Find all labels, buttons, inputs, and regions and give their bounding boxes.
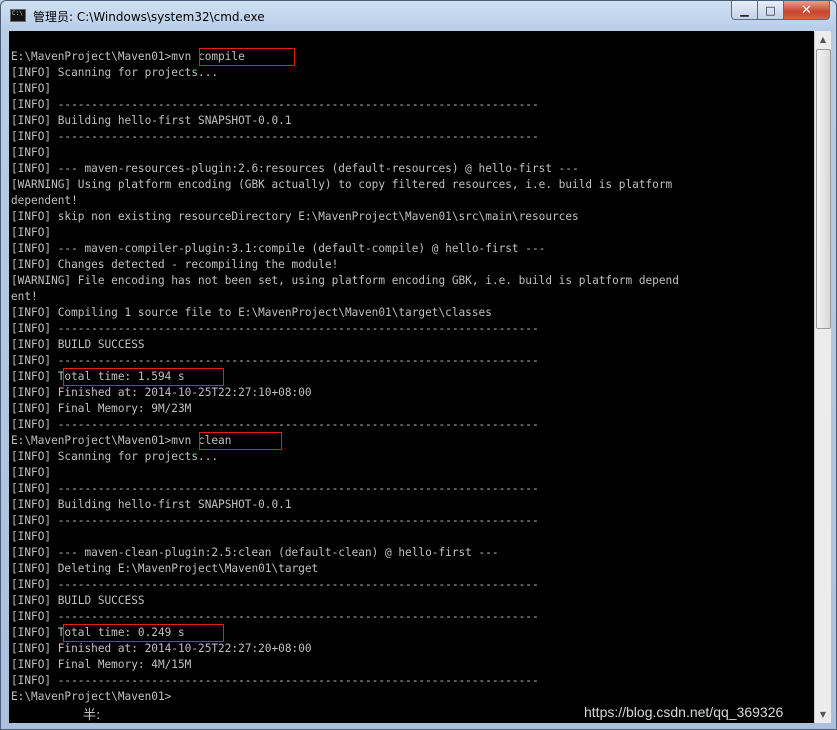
console-line: [INFO] skip non existing resourceDirecto… <box>11 210 579 223</box>
highlight-mvn-compile <box>199 48 295 66</box>
caption-buttons: ▁ □ ✕ <box>731 1 830 21</box>
cmd-icon[interactable] <box>10 9 26 22</box>
ime-status: 半: <box>83 708 101 723</box>
console-line: [INFO] <box>11 146 52 159</box>
console-line: [INFO] <box>11 82 52 95</box>
console-line: [INFO] BUILD SUCCESS <box>11 594 145 607</box>
console-output[interactable]: E:\MavenProject\Maven01>mvn compile [INFO… <box>9 31 814 723</box>
console-line: [INFO] Finished at: 2014-10-25T22:27:20+… <box>11 642 312 655</box>
highlight-total-time-2 <box>63 624 224 642</box>
cmd-window: 管理员: C:\Windows\system32\cmd.exe ▁ □ ✕ E… <box>0 0 837 730</box>
console-line: E:\MavenProject\Maven01>mvn compile <box>11 50 245 63</box>
console-line: [INFO] Final Memory: 4M/15M <box>11 658 192 671</box>
console-line: [INFO] Compiling 1 source file to E:\Mav… <box>11 306 492 319</box>
console-line: [INFO] Building hello-first SNAPSHOT-0.0… <box>11 498 292 511</box>
console-line: [INFO] Deleting E:\MavenProject\Maven01\… <box>11 562 319 575</box>
maximize-button[interactable]: □ <box>758 1 784 20</box>
console-line: [INFO] Final Memory: 9M/23M <box>11 402 192 415</box>
scroll-thumb[interactable] <box>816 49 831 329</box>
console-line: E:\MavenProject\Maven01> <box>11 690 172 703</box>
scroll-down-icon[interactable]: ▼ <box>815 706 831 723</box>
console-line: [INFO] ---------------------------------… <box>11 514 539 527</box>
window-title: 管理员: C:\Windows\system32\cmd.exe <box>33 10 265 24</box>
console-line: [INFO] ---------------------------------… <box>11 130 539 143</box>
highlight-mvn-clean <box>199 432 282 450</box>
console-line: [WARNING] Using platform encoding (GBK a… <box>11 178 673 191</box>
console-line: [INFO] Scanning for projects... <box>11 66 219 79</box>
console-line: ent! <box>11 290 38 303</box>
maximize-icon: □ <box>765 3 776 17</box>
title-bar[interactable]: 管理员: C:\Windows\system32\cmd.exe ▁ □ ✕ <box>1 1 836 31</box>
console-line: dependent! <box>11 194 78 207</box>
console-line: [INFO] ---------------------------------… <box>11 354 539 367</box>
minimize-button[interactable]: ▁ <box>731 1 758 20</box>
watermark-url: https://blog.csdn.net/qq_369326 <box>584 704 784 720</box>
console-line: [INFO] Building hello-first SNAPSHOT-0.0… <box>11 114 292 127</box>
console-line: [INFO] <box>11 466 52 479</box>
console-line: [INFO] <box>11 530 52 543</box>
scroll-up-icon[interactable]: ▲ <box>815 31 831 48</box>
minimize-icon: ▁ <box>740 3 749 17</box>
console-line: [INFO] ---------------------------------… <box>11 482 539 495</box>
close-icon: ✕ <box>801 2 812 18</box>
console-line: [INFO] ---------------------------------… <box>11 322 539 335</box>
console-line: [INFO] --- maven-clean-plugin:2.5:clean … <box>11 546 499 559</box>
close-button[interactable]: ✕ <box>784 1 830 20</box>
console-line: [INFO] ---------------------------------… <box>11 98 539 111</box>
console-line: [INFO] Scanning for projects... <box>11 450 219 463</box>
console-line: [INFO] ---------------------------------… <box>11 418 539 431</box>
console-line: [INFO] --- maven-compiler-plugin:3.1:com… <box>11 242 546 255</box>
console-line: [INFO] ---------------------------------… <box>11 674 539 687</box>
console-line: [INFO] --- maven-resources-plugin:2.6:re… <box>11 162 579 175</box>
console-line: [INFO] ---------------------------------… <box>11 578 539 591</box>
console-line: [INFO] ---------------------------------… <box>11 610 539 623</box>
console-line: [INFO] <box>11 226 52 239</box>
console-line: [INFO] Changes detected - recompiling th… <box>11 258 339 271</box>
highlight-total-time-1 <box>63 368 224 386</box>
vertical-scrollbar[interactable]: ▲ ▼ <box>814 31 831 723</box>
console-line: E:\MavenProject\Maven01>mvn clean <box>11 434 232 447</box>
console-line: [WARNING] File encoding has not been set… <box>11 274 679 287</box>
console-line: [INFO] Finished at: 2014-10-25T22:27:10+… <box>11 386 312 399</box>
console-line: [INFO] BUILD SUCCESS <box>11 338 145 351</box>
